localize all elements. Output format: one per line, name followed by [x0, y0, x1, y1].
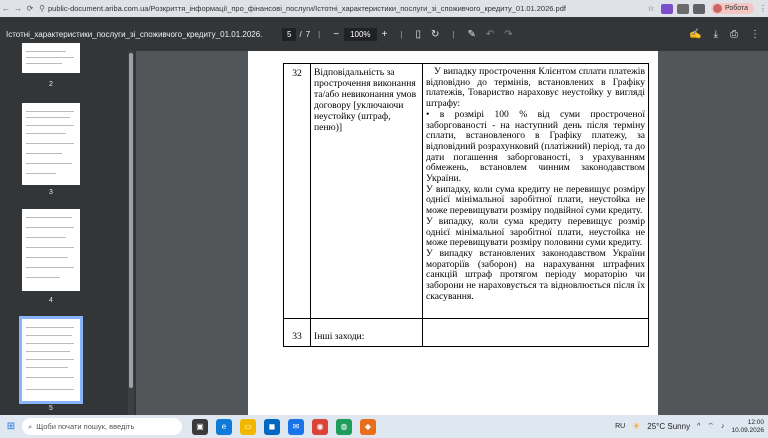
row-content	[422, 318, 649, 348]
thumbnail-page-number: 5	[49, 405, 53, 412]
row-content: У випадку прострочення Клієнтом сплати п…	[422, 62, 649, 320]
thumbnail-page-number: 3	[49, 189, 53, 196]
page-separator: /	[299, 29, 302, 39]
page-number-input[interactable]: 5	[282, 27, 297, 41]
row-number: 32	[283, 62, 311, 320]
mail-icon[interactable]: ✉	[288, 418, 304, 435]
table-row: 33 Інші заходи:	[283, 318, 649, 348]
toolbar-divider: |	[400, 29, 403, 39]
browser-address-bar: ← → ⟳ ⚲ public-document.ariba.com.ua/Роз…	[0, 0, 768, 17]
toolbar-divider: |	[318, 29, 321, 39]
search-placeholder: Щоби почати пошук, введіть	[36, 422, 135, 431]
paragraph: У випадку встановлених законодавством Ук…	[426, 247, 645, 302]
document-title: Істотні_характеристики_послуги_зі_спожив…	[6, 29, 262, 39]
browser-menu-icon[interactable]: ⋮	[758, 4, 768, 13]
page-total: 7	[305, 29, 311, 39]
sidebar-scrollbar[interactable]	[128, 51, 134, 415]
zoom-in-button[interactable]: +	[382, 29, 388, 40]
sun-icon: ☀	[632, 421, 641, 431]
sign-icon[interactable]: ✍	[689, 29, 701, 40]
forward-icon[interactable]: →	[12, 4, 24, 13]
taskbar: ⊞ ⌕ Щоби почати пошук, введіть ▣ e ▭ ◼ ✉…	[0, 415, 768, 438]
profile-button[interactable]: Робота	[710, 3, 754, 14]
fit-page-icon[interactable]: ▯	[415, 29, 421, 40]
characteristics-table: 32 Відповідальність за прострочення вико…	[283, 62, 649, 348]
page-thumbnail[interactable]	[22, 103, 80, 185]
clock-time: 12:00	[747, 418, 764, 426]
document-viewer[interactable]: 32 Відповідальність за прострочення вико…	[136, 51, 768, 415]
weather-widget[interactable]: 25°C Sunny	[647, 422, 690, 431]
network-icon[interactable]: ⌔	[707, 422, 714, 431]
rotate-icon[interactable]: ↻	[431, 29, 439, 40]
page-thumbnail-active[interactable]	[19, 316, 83, 404]
extension-icon[interactable]	[660, 3, 673, 14]
more-options-icon[interactable]: ⋮	[750, 29, 760, 40]
page-thumbnail[interactable]	[22, 43, 80, 73]
search-icon: ⌕	[28, 421, 33, 431]
paragraph: У випадку, коли сума кредиту перевищує р…	[426, 215, 645, 249]
profile-label: Робота	[724, 5, 748, 12]
toolbar-divider: |	[452, 29, 455, 39]
app-icon[interactable]: ◆	[360, 418, 376, 435]
language-indicator[interactable]: RU	[615, 423, 625, 430]
zoom-input[interactable]: 100%	[344, 27, 377, 41]
paragraph: У випадку прострочення Клієнтом сплати п…	[426, 66, 645, 110]
paragraph: • в розмірі 100 % від суми простроченої …	[426, 108, 645, 185]
pdf-page: 32 Відповідальність за прострочення вико…	[248, 51, 658, 415]
row-number: 33	[283, 318, 311, 348]
table-row: 32 Відповідальність за прострочення вико…	[283, 62, 649, 320]
sidepanel-icon[interactable]	[692, 3, 705, 14]
scrollbar-thumb[interactable]	[129, 53, 133, 388]
download-icon[interactable]: ⤓	[714, 29, 718, 40]
thumbnail-page-number: 4	[49, 297, 53, 304]
annotate-icon[interactable]: ✎	[467, 29, 475, 40]
start-button-icon[interactable]: ⊞	[0, 421, 22, 432]
edge-icon[interactable]: e	[216, 418, 232, 435]
site-info-icon[interactable]: ⚲	[36, 4, 48, 13]
chat-app-icon[interactable]: ◍	[336, 418, 352, 435]
extensions-puzzle-icon[interactable]	[676, 3, 689, 14]
thumbnail-page-number: 2	[49, 81, 53, 88]
taskbar-search[interactable]: ⌕ Щоби почати пошук, введіть	[22, 418, 182, 435]
chevron-up-icon[interactable]: ^	[697, 423, 700, 430]
page-thumbnail[interactable]	[22, 209, 80, 291]
task-view-icon[interactable]: ▣	[192, 418, 208, 435]
undo-icon[interactable]: ↶	[486, 29, 494, 40]
paragraph: У випадку, коли сума кредиту не перевищу…	[426, 183, 645, 217]
zoom-out-button[interactable]: −	[333, 29, 339, 40]
row-label: Інші заходи:	[310, 318, 423, 348]
clock[interactable]: 12:00 10.09.2026	[731, 419, 764, 435]
clock-date: 10.09.2026	[731, 426, 764, 434]
store-icon[interactable]: ◼	[264, 418, 280, 435]
redo-icon[interactable]: ↷	[504, 29, 512, 40]
pdf-toolbar: Істотні_характеристики_послуги_зі_спожив…	[0, 17, 768, 51]
chrome-icon[interactable]: ◉	[312, 418, 328, 435]
thumbnail-sidebar: 2 3 4 5	[0, 43, 136, 415]
row-label: Відповідальність за прострочення виконан…	[310, 62, 423, 320]
bookmark-star-icon[interactable]: ☆	[643, 4, 659, 13]
avatar	[712, 4, 722, 13]
back-icon[interactable]: ←	[0, 4, 12, 13]
print-icon[interactable]: ⎙	[730, 29, 738, 40]
volume-icon[interactable]: ♪	[721, 423, 725, 430]
file-explorer-icon[interactable]: ▭	[240, 418, 256, 435]
reload-icon[interactable]: ⟳	[24, 4, 36, 13]
url-field[interactable]: public-document.ariba.com.ua/Розкриття_і…	[48, 4, 643, 13]
